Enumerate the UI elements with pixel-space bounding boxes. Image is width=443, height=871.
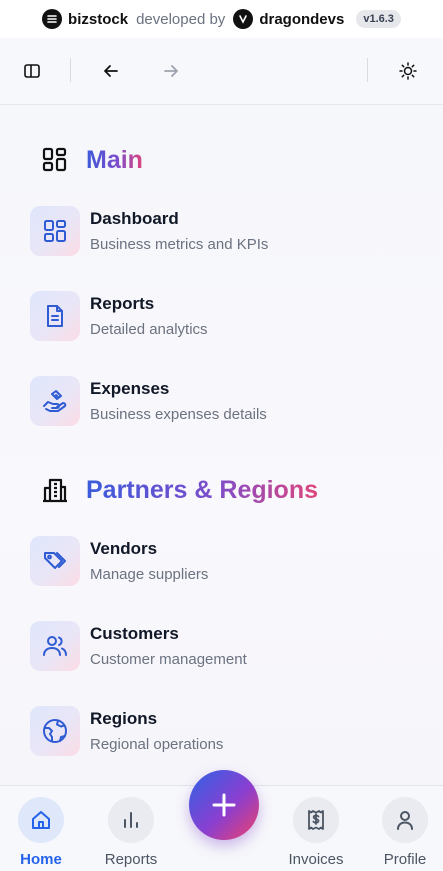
nav-item-label: Customers [90, 624, 179, 643]
developed-by-label: developed by [136, 10, 226, 28]
dragondevs-logo-icon [233, 9, 254, 29]
theme-toggle-button[interactable] [393, 56, 423, 86]
nav-item-label: Regions [90, 709, 158, 728]
plus-icon [212, 793, 236, 817]
home-icon [18, 797, 64, 843]
hand-coins-icon [30, 376, 80, 426]
receipt-icon [293, 797, 339, 843]
section-title-partners-regions: Partners & Regions [86, 475, 319, 504]
user-icon [382, 797, 428, 843]
dashboard-icon [30, 206, 80, 256]
bottom-nav-label: Invoices [288, 851, 344, 868]
nav-item-description: Manage suppliers [90, 566, 209, 583]
arrow-right-icon [164, 65, 178, 77]
bottom-nav-label: Home [20, 851, 62, 868]
bottom-nav-label: Profile [383, 851, 427, 868]
nav-item-description: Customer management [90, 651, 247, 668]
sidebar-toggle-button[interactable] [17, 56, 47, 86]
nav-item-label: Expenses [90, 379, 170, 398]
bottom-nav-home[interactable]: Home [6, 797, 76, 868]
bottom-nav-profile[interactable]: Profile [370, 797, 440, 868]
nav-item-vendors[interactable]: Vendors Manage suppliers [30, 535, 420, 587]
forward-button[interactable] [156, 56, 186, 86]
nav-item-label: Vendors [90, 539, 158, 558]
nav-item-description: Business expenses details [90, 406, 267, 423]
nav-item-description: Regional operations [90, 736, 224, 753]
tags-icon [30, 536, 80, 586]
section-title-main: Main [86, 145, 143, 174]
nav-item-expenses[interactable]: Expenses Business expenses details [30, 375, 420, 427]
version-badge: v1.6.3 [356, 10, 401, 28]
bottom-nav-label: Reports [104, 851, 158, 868]
building-icon [40, 475, 70, 505]
bottom-nav-reports[interactable]: Reports [96, 797, 166, 868]
globe-icon [30, 706, 80, 756]
nav-item-description: Detailed analytics [90, 321, 208, 338]
sun-icon [399, 62, 417, 80]
section-header-partners-regions: Partners & Regions [40, 475, 318, 505]
nav-item-customers[interactable]: Customers Customer management [30, 620, 420, 672]
menu-content: Main Dashboard Business metrics and KPIs… [0, 105, 443, 785]
toolbar [0, 38, 443, 105]
users-icon [30, 621, 80, 671]
document-icon [30, 291, 80, 341]
nav-item-description: Business metrics and KPIs [90, 236, 269, 253]
toolbar-divider [70, 58, 71, 82]
arrow-left-icon [104, 65, 118, 77]
sidebar-toggle-icon [24, 64, 40, 78]
bizstock-logo-icon [42, 9, 63, 29]
developer-name[interactable]: dragondevs [259, 11, 344, 28]
toolbar-divider [367, 58, 368, 82]
nav-item-label: Dashboard [90, 209, 179, 228]
bar-chart-icon [108, 797, 154, 843]
bottom-nav-invoices[interactable]: Invoices [281, 797, 351, 868]
nav-item-label: Reports [90, 294, 155, 313]
nav-item-dashboard[interactable]: Dashboard Business metrics and KPIs [30, 205, 420, 257]
nav-item-regions[interactable]: Regions Regional operations [30, 705, 420, 757]
nav-item-reports[interactable]: Reports Detailed analytics [30, 290, 420, 342]
brand-bar: bizstock developed by dragondevs v1.6.3 [0, 0, 443, 38]
add-button[interactable] [189, 770, 259, 840]
grid-icon [40, 145, 70, 175]
brand-name: bizstock [68, 10, 129, 28]
section-header-main: Main [40, 145, 143, 175]
back-button[interactable] [96, 56, 126, 86]
